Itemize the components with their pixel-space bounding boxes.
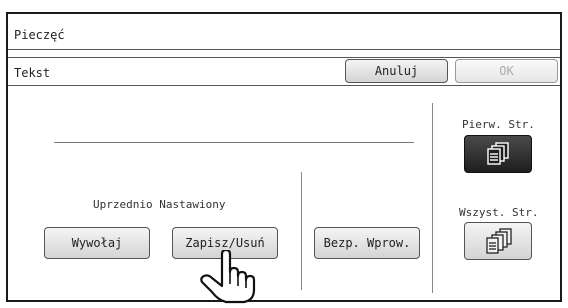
title-bar: Pieczęć [8,14,560,50]
vertical-divider [301,172,302,290]
all-pages-button[interactable] [464,222,532,260]
preset-group-label: Uprzednio Nastawiony [93,198,226,211]
document-stack-icon [486,228,512,254]
section-title: Tekst [14,66,51,80]
vertical-divider [432,103,433,293]
ok-button[interactable]: OK [455,59,558,83]
hand-pointer-icon [200,250,256,304]
divider-line [54,142,414,143]
document-stack-icon [487,142,509,165]
first-page-button[interactable] [464,135,532,173]
direct-entry-button[interactable]: Bezp. Wprow. [314,227,420,259]
dialog-title: Pieczęć [14,28,65,42]
first-page-label: Pierw. Str. [462,118,535,131]
recall-button[interactable]: Wywołaj [44,227,150,259]
all-pages-label: Wszyst. Str. [459,206,539,219]
cancel-button[interactable]: Anuluj [345,59,448,83]
